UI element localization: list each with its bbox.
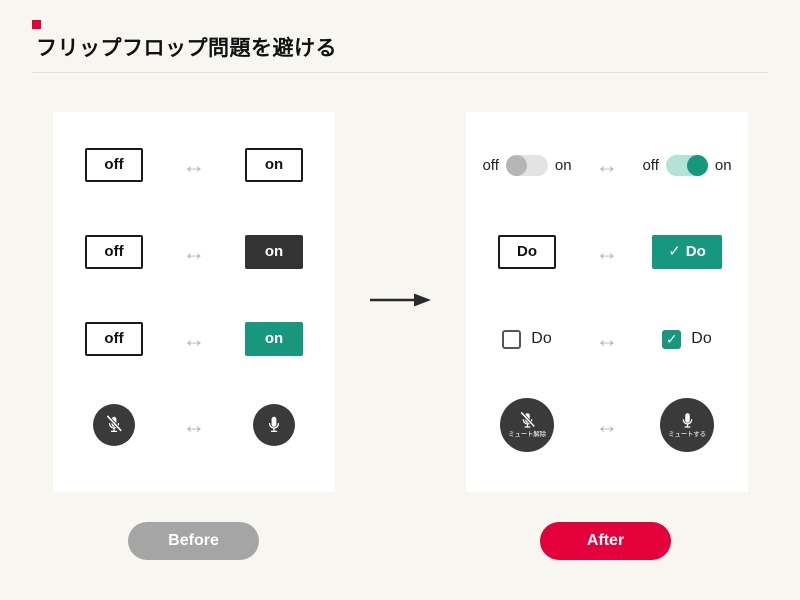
after-label-pill: After [540, 522, 671, 560]
swap-arrow-icon: ↔ [182, 325, 206, 352]
after-row-checkboxes: Do ↔ ✓ Do [466, 311, 748, 367]
before-row2-left: off [62, 234, 166, 270]
mic-on-button-labeled[interactable]: ミュートする [660, 398, 714, 452]
toggle-off-label: off [482, 156, 499, 174]
mic-on-button[interactable] [253, 404, 295, 446]
toggle-knob [686, 154, 708, 176]
toggle-off-label: off [642, 156, 659, 174]
after-row1-right: off on [635, 154, 739, 176]
off-button-outline[interactable]: off [85, 147, 143, 183]
checkbox-unchecked[interactable] [502, 329, 522, 349]
after-panel: off on ↔ off on Do ↔ ✓ Do Do ↔ ✓ Do ミュート… [466, 112, 748, 492]
toggle-on-label: on [554, 156, 572, 174]
mic-off-caption: ミュート解除 [508, 431, 546, 439]
after-row2-left: Do [475, 234, 579, 270]
swap-arrow-icon: ↔ [595, 411, 619, 438]
mic-off-icon [105, 414, 123, 436]
after-row1-left: off on [475, 154, 579, 176]
mic-off-button[interactable] [93, 404, 135, 446]
mic-on-icon [679, 411, 696, 431]
after-row4-left: ミュート解除 [475, 398, 579, 452]
before-row4-right [222, 404, 326, 446]
swap-arrow-icon: ↔ [182, 411, 206, 438]
mic-off-icon [519, 411, 536, 431]
checkbox-checked-group[interactable]: ✓ Do [662, 329, 712, 349]
check-icon: ✓ [668, 242, 681, 260]
do-button-teal-checked[interactable]: ✓ Do [652, 234, 722, 270]
before-row1-right: on [222, 147, 326, 183]
checkbox-label: Do [691, 330, 712, 347]
after-row-do-buttons: Do ↔ ✓ Do [466, 224, 748, 280]
before-row4-left [62, 404, 166, 446]
toggle-switch-off-group[interactable]: off on [482, 154, 572, 176]
swap-arrow-icon: ↔ [182, 238, 206, 265]
mic-off-button-labeled[interactable]: ミュート解除 [500, 398, 554, 452]
on-button-teal[interactable]: on [245, 321, 303, 357]
before-panel: off ↔ on off ↔ on off ↔ on ↔ [53, 112, 335, 492]
after-row-mic-labeled: ミュート解除 ↔ ミュートする [466, 397, 748, 453]
accent-square-marker [32, 20, 41, 29]
after-row3-left: Do [475, 329, 579, 349]
before-row-outline-outline: off ↔ on [53, 137, 335, 193]
checkbox-label: Do [531, 330, 552, 347]
header-divider [32, 72, 768, 73]
before-row3-left: off [62, 321, 166, 357]
toggle-switch-on[interactable] [665, 154, 708, 176]
on-button-outline[interactable]: on [245, 147, 303, 183]
off-button-outline[interactable]: off [85, 321, 143, 357]
mic-on-caption: ミュートする [668, 431, 706, 439]
after-row2-right: ✓ Do [635, 234, 739, 270]
before-row1-left: off [62, 147, 166, 183]
checkbox-checked[interactable]: ✓ [662, 329, 682, 349]
after-row4-right: ミュートする [635, 398, 739, 452]
after-row3-right: ✓ Do [635, 329, 739, 349]
before-row-outline-teal: off ↔ on [53, 311, 335, 367]
on-button-dark[interactable]: on [245, 234, 303, 270]
toggle-switch-off[interactable] [505, 154, 548, 176]
after-row-toggle-switch: off on ↔ off on [466, 137, 748, 193]
do-button-outline[interactable]: Do [498, 234, 556, 270]
page-title: フリップフロップ問題を避ける [36, 37, 337, 60]
do-button-label: Do [685, 242, 706, 260]
before-row2-right: on [222, 234, 326, 270]
mic-on-icon [265, 414, 283, 436]
toggle-knob [505, 154, 527, 176]
before-row-mic-icons: ↔ [53, 397, 335, 453]
swap-arrow-icon: ↔ [595, 325, 619, 352]
swap-arrow-icon: ↔ [182, 151, 206, 178]
toggle-on-label: on [714, 156, 732, 174]
before-row3-right: on [222, 321, 326, 357]
transform-arrow-icon [370, 292, 432, 308]
before-row-outline-dark: off ↔ on [53, 224, 335, 280]
swap-arrow-icon: ↔ [595, 238, 619, 265]
off-button-outline[interactable]: off [85, 234, 143, 270]
swap-arrow-icon: ↔ [595, 151, 619, 178]
toggle-switch-on-group[interactable]: off on [642, 154, 732, 176]
before-label-pill: Before [128, 522, 259, 560]
checkbox-unchecked-group[interactable]: Do [502, 329, 552, 349]
